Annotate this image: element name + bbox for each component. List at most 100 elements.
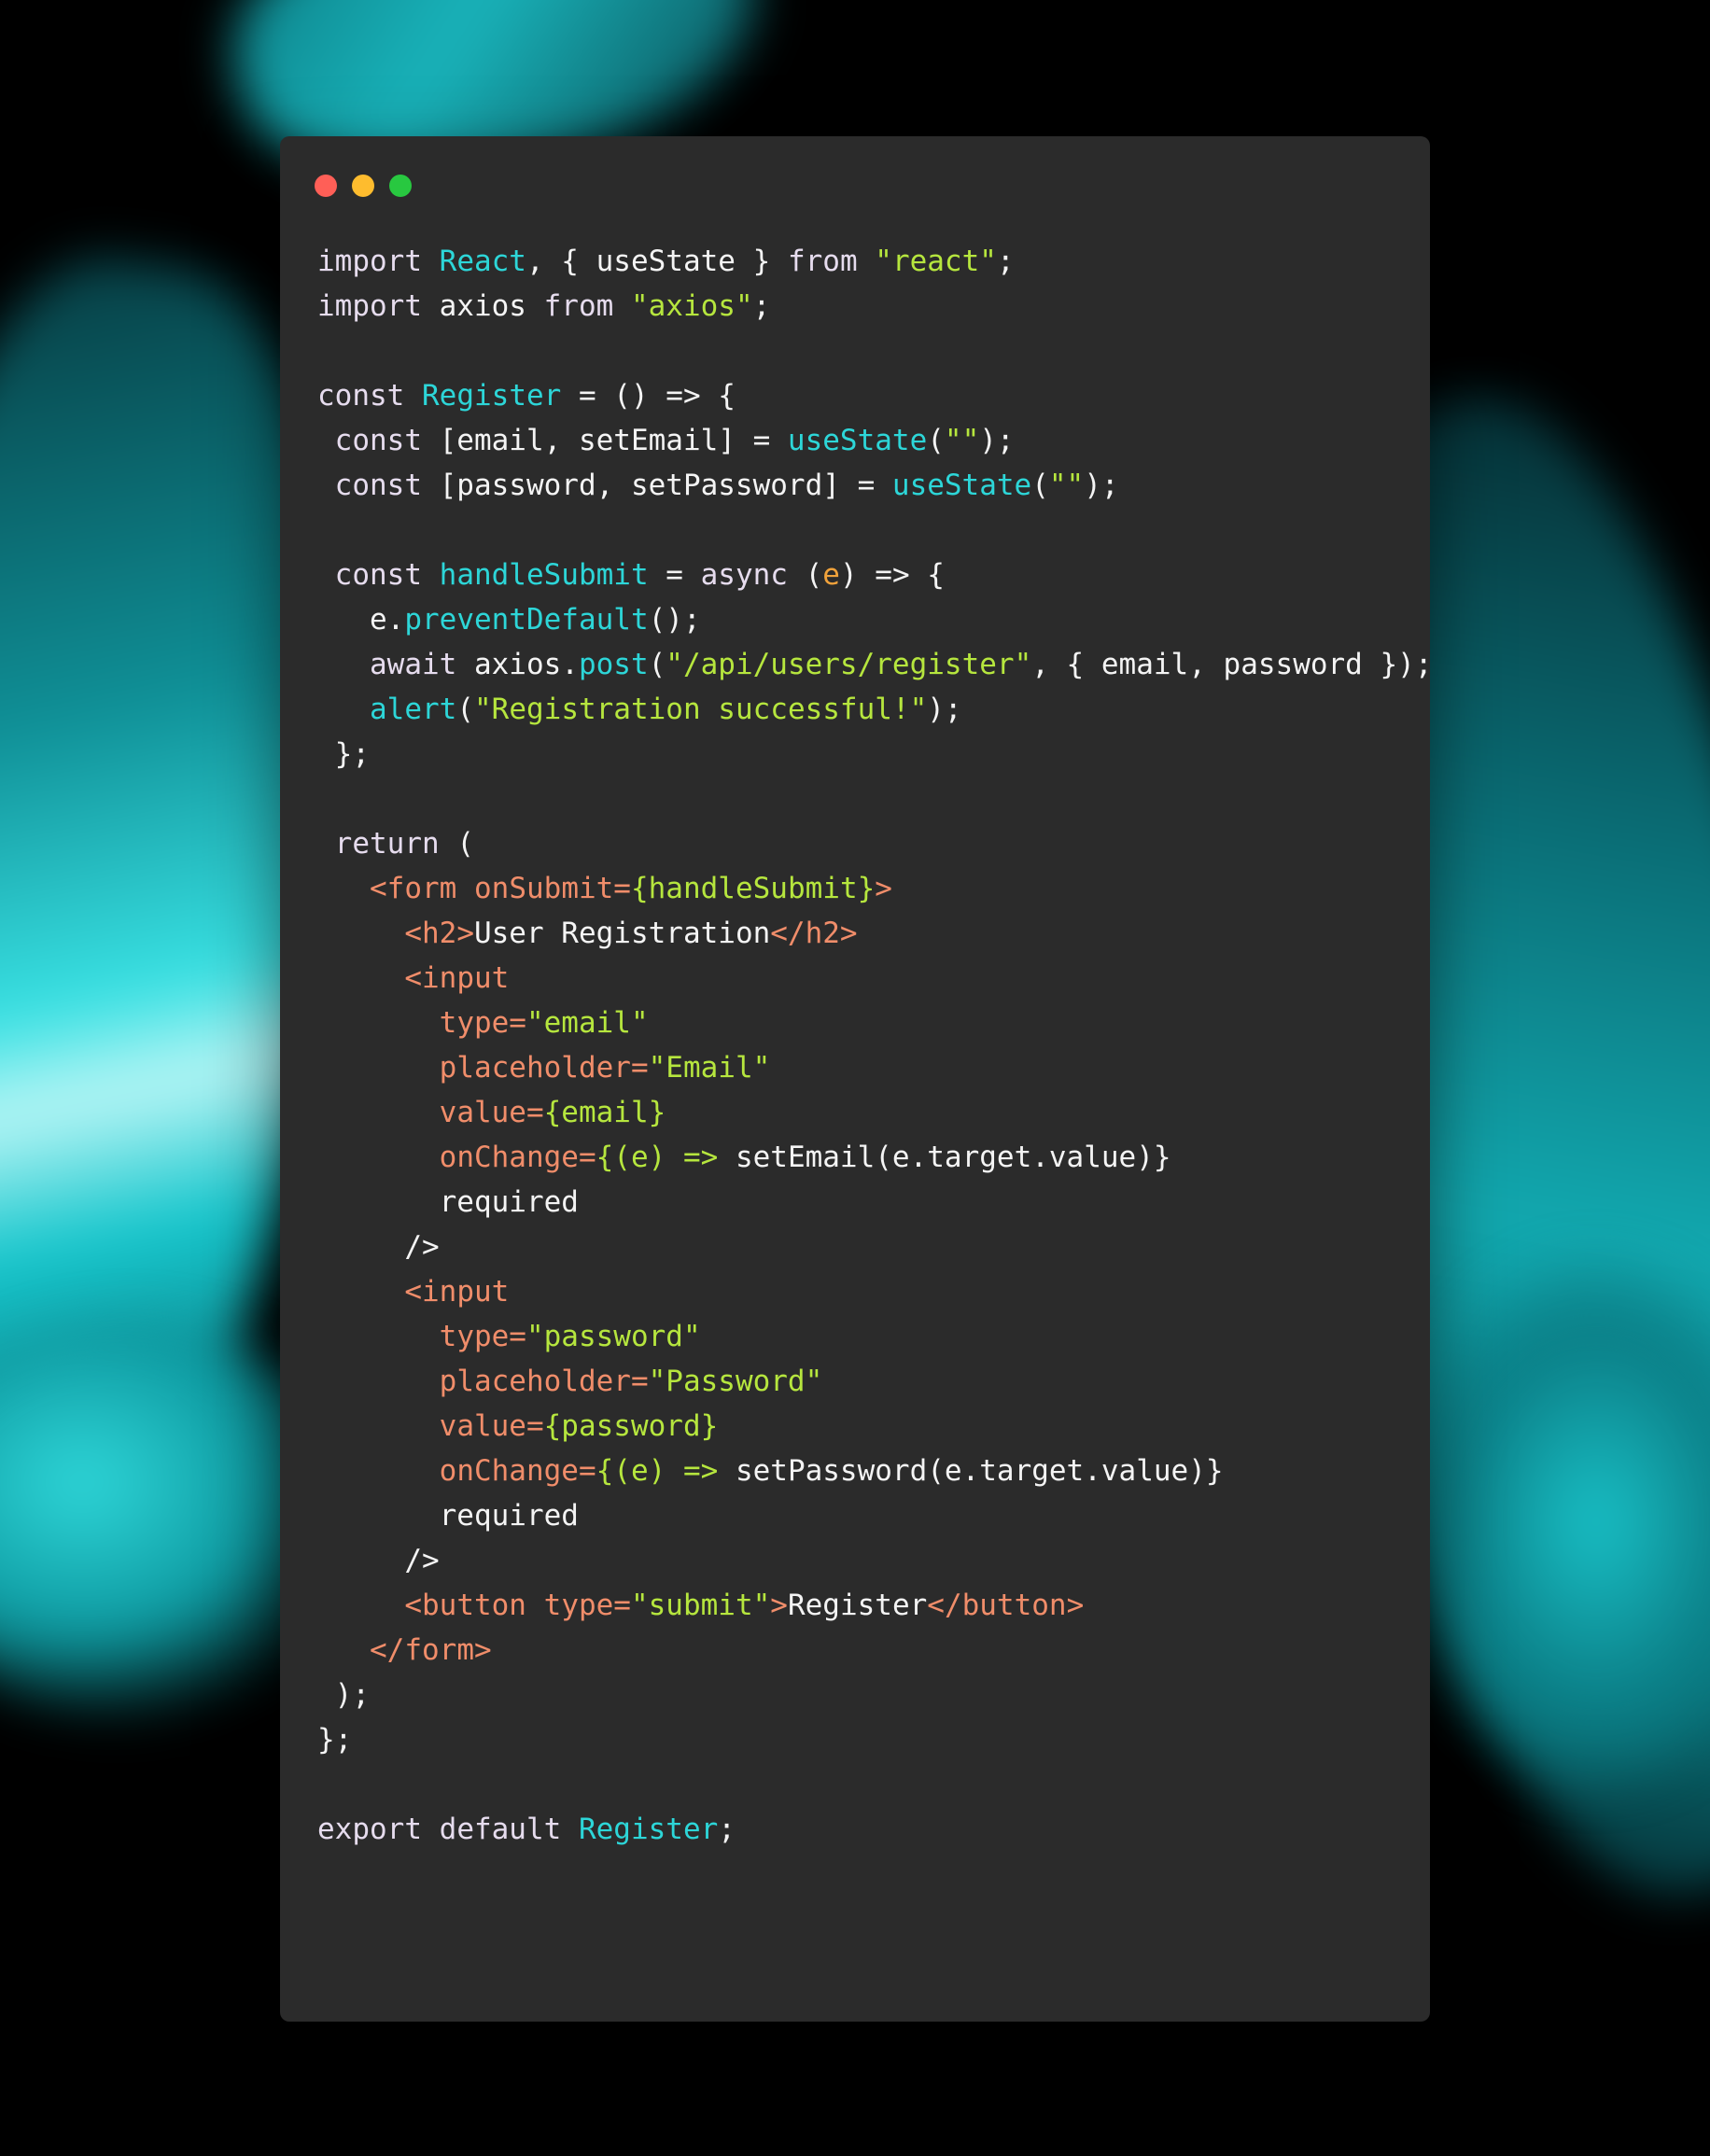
code-token: const	[317, 469, 422, 502]
code-line: <button type="submit">Register</button>	[317, 1583, 1433, 1628]
code-token: setEmail(e.target.value)}	[735, 1141, 1171, 1174]
code-token: );	[1084, 469, 1119, 502]
code-token: , { email, password });	[1031, 648, 1433, 681]
code-token: placeholder=	[439, 1365, 649, 1398]
code-token: type=	[543, 1589, 631, 1622]
code-token: "password"	[526, 1320, 701, 1353]
code-token: {(e) =>	[596, 1454, 736, 1488]
code-token: {handleSubmit}	[630, 872, 876, 905]
code-token: ""	[944, 424, 980, 457]
code-line: required	[317, 1180, 1433, 1225]
code-token: (	[787, 558, 823, 592]
code-token: default	[439, 1813, 562, 1846]
close-window-button[interactable]	[315, 175, 337, 197]
code-token: onChange=	[439, 1454, 596, 1488]
code-token: ) => {	[839, 558, 945, 592]
code-token: };	[317, 737, 370, 771]
code-token: <input	[404, 1275, 510, 1309]
code-window: import React, { useState } from "react";…	[280, 136, 1433, 2022]
code-token: useState	[891, 469, 1032, 502]
code-token: Register	[422, 379, 562, 413]
code-token: "email"	[526, 1006, 649, 1040]
code-token: (	[927, 424, 945, 457]
code-token: axios.	[456, 648, 579, 681]
code-token: const	[317, 424, 422, 457]
code-line: };	[317, 732, 1433, 777]
code-line: <h2>User Registration</h2>	[317, 911, 1433, 956]
code-token: "Password"	[648, 1365, 823, 1398]
code-token: "react"	[875, 245, 997, 278]
minimize-window-button[interactable]	[352, 175, 374, 197]
code-line: await axios.post("/api/users/register", …	[317, 642, 1433, 687]
code-line: const [password, setPassword] = useState…	[317, 463, 1433, 508]
code-token: setPassword(e.target.value)}	[735, 1454, 1224, 1488]
code-token: placeholder=	[439, 1051, 649, 1085]
code-token: </button>	[927, 1589, 1085, 1622]
code-line: export default Register;	[317, 1807, 1433, 1852]
code-token: React	[439, 245, 526, 278]
code-token: {password}	[543, 1409, 719, 1443]
code-token: alert	[370, 693, 457, 726]
code-token: >	[875, 872, 892, 905]
code-line: );	[317, 1673, 1433, 1717]
code-line: />	[317, 1225, 1433, 1269]
maximize-window-button[interactable]	[389, 175, 412, 197]
code-token: (	[439, 827, 474, 861]
code-token: e	[822, 558, 840, 592]
code-line: placeholder="Email"	[317, 1045, 1433, 1090]
code-line: type="password"	[317, 1314, 1433, 1359]
code-token: from	[543, 289, 614, 323]
code-token: "axios"	[630, 289, 753, 323]
code-token: axios	[421, 289, 544, 323]
code-token: export	[317, 1813, 422, 1846]
code-token: );	[317, 1678, 370, 1712]
code-token: =	[648, 558, 701, 592]
code-token: ;	[996, 245, 1015, 278]
code-token: >	[770, 1589, 788, 1622]
code-token: required	[317, 1499, 579, 1533]
code-token: , { useState }	[526, 245, 788, 278]
code-token: = () => {	[561, 379, 736, 413]
code-token: e.	[317, 603, 405, 637]
code-token: (	[1031, 469, 1049, 502]
code-token: "Registration successful!"	[474, 693, 928, 726]
code-token: (	[456, 693, 474, 726]
code-token: [password, setPassword] =	[421, 469, 892, 502]
code-token: ();	[648, 603, 701, 637]
code-token: (	[648, 648, 666, 681]
code-token: </form>	[370, 1633, 492, 1667]
code-token: value=	[439, 1409, 544, 1443]
code-token: />	[317, 1230, 440, 1264]
code-token: ;	[752, 289, 771, 323]
code-line: import axios from "axios";	[317, 284, 1433, 329]
code-line: };	[317, 1717, 1433, 1762]
code-line: value={password}	[317, 1404, 1433, 1449]
window-controls	[315, 175, 412, 197]
code-token: handleSubmit	[439, 558, 649, 592]
code-token: from	[787, 245, 858, 278]
code-line: e.preventDefault();	[317, 597, 1433, 642]
code-token: await	[317, 648, 457, 681]
code-token: required	[317, 1185, 579, 1219]
code-line: alert("Registration successful!");	[317, 687, 1433, 732]
